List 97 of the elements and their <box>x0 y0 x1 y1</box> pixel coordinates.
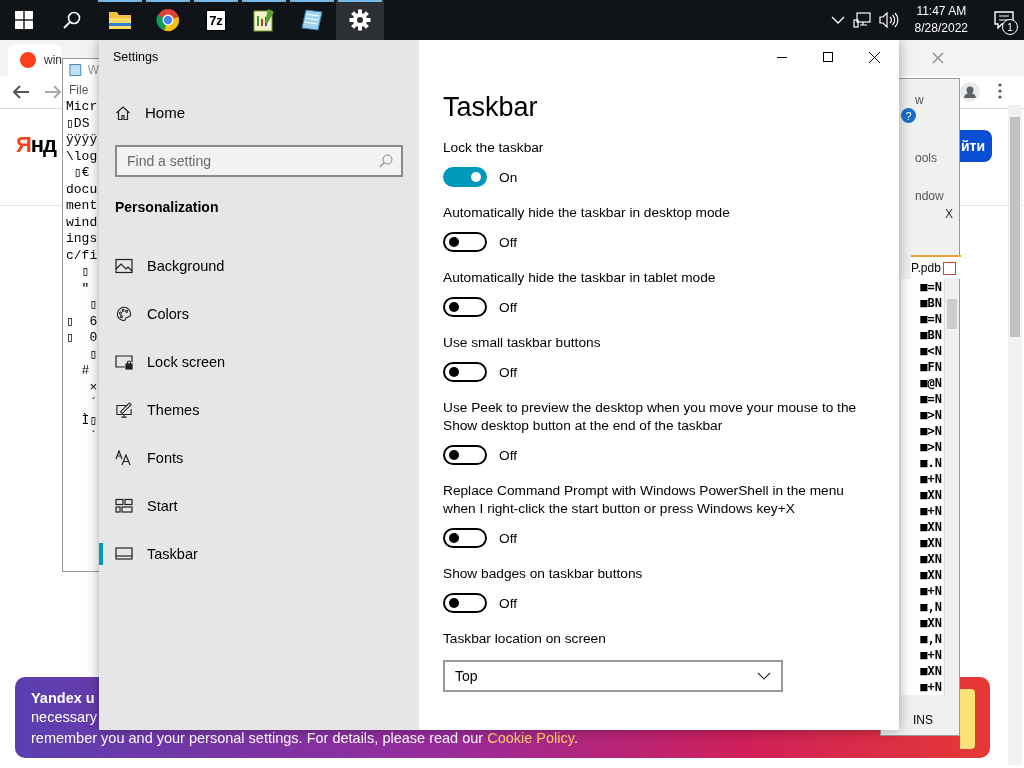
text-line: ▯ <box>80 264 91 281</box>
hex-line: ■>N <box>919 407 942 423</box>
text-line: docu <box>66 181 99 198</box>
setting-label: Use small taskbar buttons <box>443 334 602 352</box>
text-line: # <box>80 363 91 380</box>
file-tab[interactable]: P.pdb <box>911 255 961 279</box>
text-line: ▯DS <box>66 115 91 132</box>
setting-label: Replace Command Prompt with Windows PowerShell in the menu when I right-click the start button or press Windows key+X <box>443 482 845 518</box>
hex-line: ■>N <box>919 423 942 439</box>
nav-item[interactable]: Fonts <box>99 434 419 482</box>
toggle-state: On <box>499 169 518 185</box>
text-line: Micr <box>66 99 99 116</box>
archiver-icon: 7z <box>206 9 226 31</box>
nav-item[interactable]: Taskbar <box>99 530 419 578</box>
hex-line: ■XN <box>919 615 942 631</box>
nav-item[interactable]: Lock screen <box>99 338 419 386</box>
browser-tab[interactable]: win <box>8 44 62 76</box>
search-field[interactable]: Find a setting <box>115 145 403 177</box>
setting-label: Show badges on taskbar buttons <box>443 565 644 583</box>
text-line: ▯ <box>88 346 99 363</box>
hex-line: ■XN <box>919 567 942 583</box>
menu-item[interactable]: File <box>63 81 95 99</box>
text-line: wind <box>66 214 99 231</box>
hex-line: ■+N <box>919 679 942 695</box>
hex-line: ■=N <box>919 391 942 407</box>
toggle-state: Off <box>499 299 517 315</box>
text-line: c/fi <box>66 247 99 264</box>
hex-line: ■XN <box>919 535 942 551</box>
setting-label: Automatically hide the taskbar in desktop mode <box>443 204 731 222</box>
section-heading: Personalization <box>115 199 219 215</box>
text-line: ´ <box>88 396 99 413</box>
menu-item[interactable]: ools <box>915 151 937 165</box>
menu-item[interactable]: w <box>915 93 924 107</box>
menu-item[interactable]: ndow <box>915 189 944 203</box>
taskbar-app[interactable]: 7z <box>192 0 240 40</box>
hex-line: ■+N <box>919 471 942 487</box>
text-line: \log <box>66 148 99 165</box>
hex-line: ■XN <box>919 663 942 679</box>
home-link[interactable]: Home <box>115 104 185 121</box>
date-text: 8/28/2022 <box>914 20 968 37</box>
hex-line: ■XN <box>919 487 942 503</box>
hex-line: ■XN <box>919 519 942 535</box>
clock[interactable]: 11:47 AM 8/28/2022 <box>906 3 976 37</box>
toggle-state: Off <box>499 530 517 546</box>
setting-label: Use Peek to preview the desktop when you move your mouse to the Show desktop button at the end of the taskbar <box>443 399 858 435</box>
hex-line: ■BN <box>919 295 942 311</box>
toggle-state: Off <box>499 447 517 463</box>
nav-item[interactable]: Colors <box>99 290 419 338</box>
hex-line: ■.N <box>919 455 942 471</box>
hex-line: ■,N <box>919 599 942 615</box>
toggle-state: Off <box>499 595 517 611</box>
text-line: ment <box>66 198 99 215</box>
text-line: " <box>80 280 91 297</box>
hex-line: ■+N <box>919 503 942 519</box>
help-button[interactable]: ? <box>901 108 916 123</box>
nav-item[interactable]: Themes <box>99 386 419 434</box>
window-title: W <box>87 63 99 77</box>
setting-label: Taskbar location on screen <box>443 630 607 648</box>
close-button[interactable]: X <box>945 207 953 221</box>
banner-text: necessary <box>31 709 98 725</box>
notification-button[interactable]: 1 <box>984 0 1024 40</box>
hex-line: ■@N <box>919 375 942 391</box>
toggle-state: Off <box>499 234 517 250</box>
search-button[interactable]: йти <box>960 130 992 162</box>
banner-text: remember you and your personal settings. For details, please read our Cookie Policy. <box>31 730 578 746</box>
text-line: ` <box>88 429 99 446</box>
nav-item[interactable]: Background <box>99 242 419 290</box>
text-line: ▯ 0 <box>66 330 99 347</box>
setting-label: Lock the taskbar <box>443 139 545 157</box>
hex-line: ■,N <box>919 631 942 647</box>
text-line: ▯ <box>88 297 99 314</box>
banner-title: Yandex u <box>31 690 95 706</box>
insert-mode-status: INS <box>913 713 933 727</box>
text-line: × <box>88 379 99 396</box>
text-line: ings <box>66 231 99 248</box>
hex-line: ■+N <box>919 647 942 663</box>
hex-line: ■FN <box>919 359 942 375</box>
toggle-state: Off <box>499 364 517 380</box>
setting-label: Automatically hide the taskbar in tablet mode <box>443 269 717 287</box>
text-line: ▯€ <box>72 165 91 182</box>
text-line: ÿÿÿÿ <box>66 132 99 149</box>
text-line: Ì▯ <box>80 412 99 429</box>
hex-line: ■+N <box>919 583 942 599</box>
text-line: ▯ 6 <box>66 313 99 330</box>
location-dropdown[interactable]: Top <box>443 660 783 692</box>
hex-line: ■=N <box>919 311 942 327</box>
window-title: Settings <box>113 50 159 64</box>
notification-count: 1 <box>1002 19 1018 35</box>
hex-line: ■>N <box>919 439 942 455</box>
hex-line: ■BN <box>919 327 942 343</box>
time-text: 11:47 AM <box>916 3 967 20</box>
hex-line: ■=N <box>919 279 942 295</box>
hex-line: ■XN <box>919 551 942 567</box>
nav-item[interactable]: Start <box>99 482 419 530</box>
yandex-logo[interactable]: Янд <box>16 132 57 158</box>
page-title: Taskbar <box>443 92 539 123</box>
hex-line: ■<N <box>919 343 942 359</box>
